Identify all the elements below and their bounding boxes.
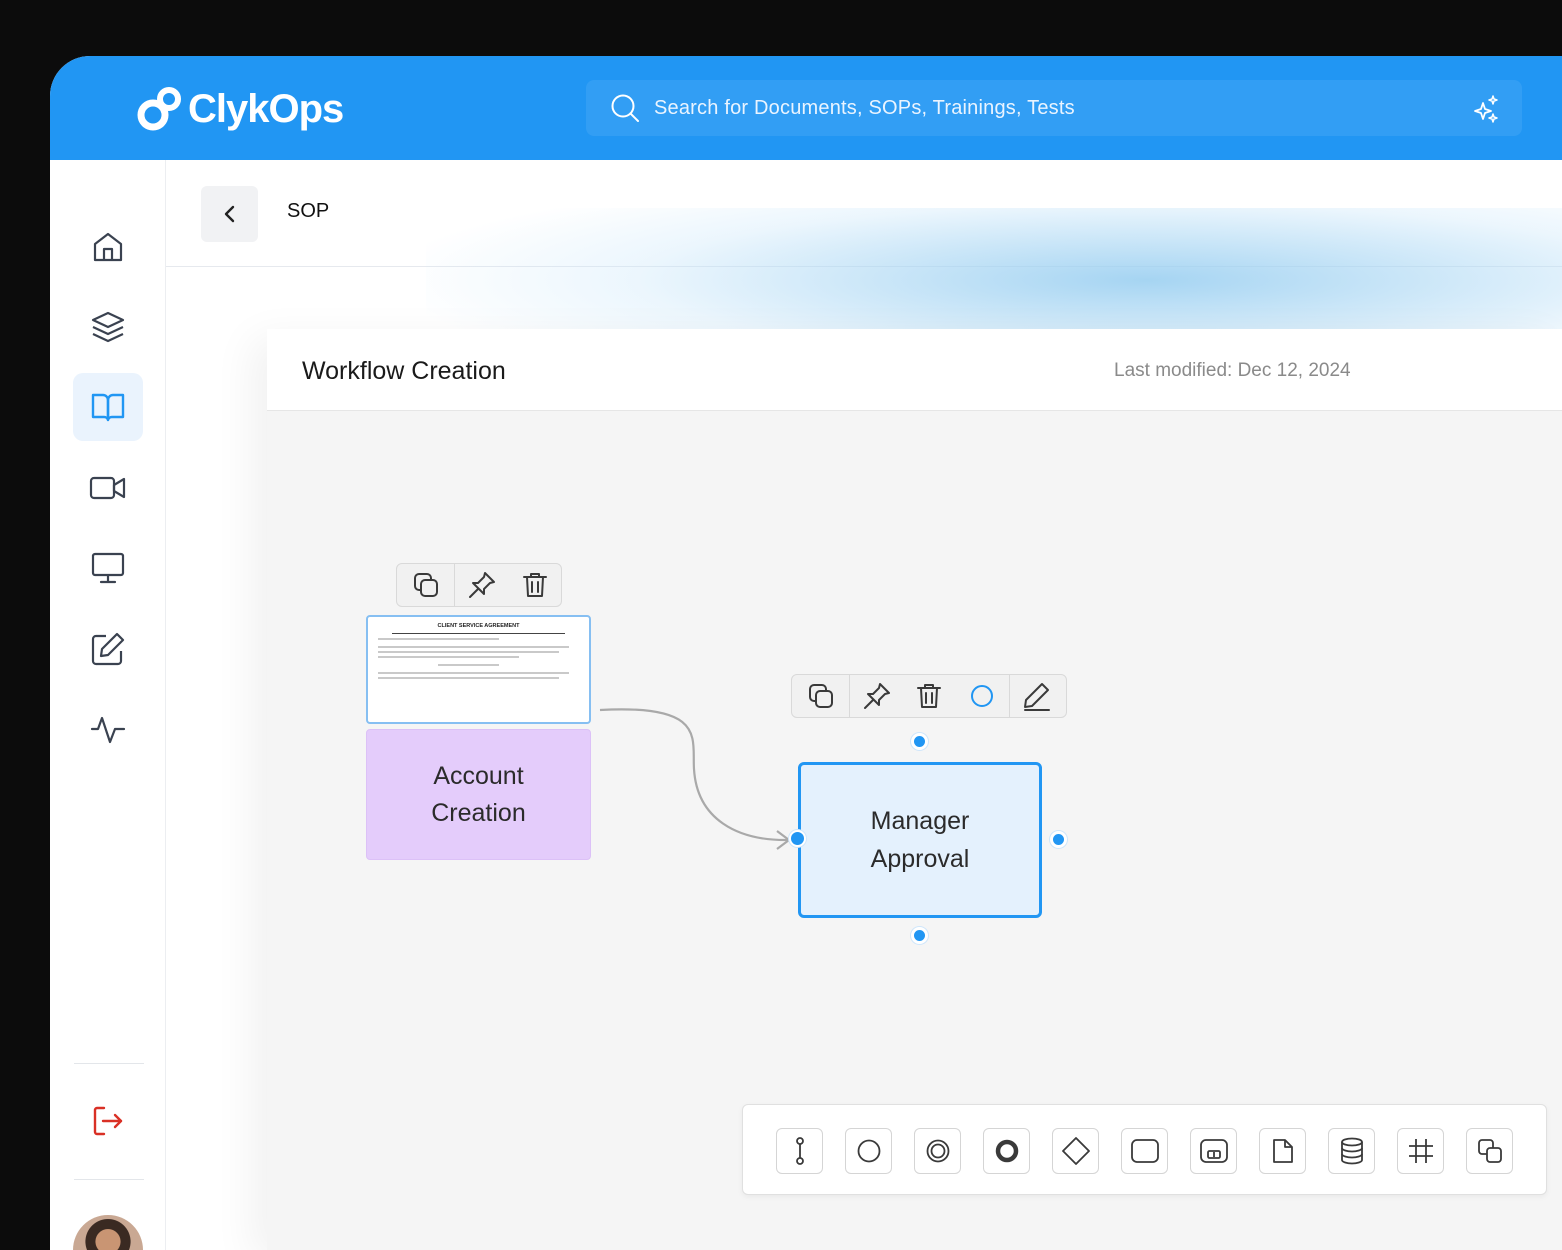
shape-subprocess[interactable]	[1190, 1128, 1237, 1174]
database-icon	[1340, 1137, 1363, 1165]
shape-connector[interactable]	[776, 1128, 823, 1174]
group-icon	[1477, 1139, 1502, 1163]
breadcrumb[interactable]: SOP	[287, 200, 329, 223]
sidebar-divider	[74, 1179, 144, 1180]
logout-icon	[93, 1106, 123, 1136]
rounded-rect-icon	[1130, 1139, 1159, 1163]
shape-document[interactable]	[1259, 1128, 1306, 1174]
workflow-card: Workflow Creation Last modified: Dec 12,…	[267, 329, 1562, 1250]
connection-handle-right[interactable]	[1050, 831, 1067, 848]
avatar[interactable]	[73, 1215, 143, 1250]
subprocess-icon	[1199, 1139, 1228, 1163]
circle-color-icon	[970, 685, 993, 707]
shape-database[interactable]	[1328, 1128, 1375, 1174]
layers-icon	[91, 311, 125, 343]
node-label: Manager	[870, 807, 970, 835]
pin-button[interactable]	[850, 675, 904, 717]
shape-circle[interactable]	[845, 1128, 892, 1174]
shape-grid[interactable]	[1397, 1128, 1444, 1174]
monitor-icon	[91, 552, 125, 584]
sidebar-item-activity[interactable]	[73, 695, 143, 763]
book-open-icon	[91, 393, 125, 422]
search-bar[interactable]: Search for Documents, SOPs, Trainings, T…	[586, 80, 1522, 136]
duplicate-icon	[413, 573, 438, 597]
connection-handle-top[interactable]	[911, 733, 928, 750]
node-label: Creation	[431, 798, 526, 827]
main-content: Workflow Creation Last modified: Dec 12,…	[166, 208, 1562, 1250]
shape-palette	[742, 1104, 1547, 1195]
connection-handle-bottom[interactable]	[911, 927, 928, 944]
edit-icon	[91, 632, 125, 666]
sidebar-item-trainings[interactable]	[73, 454, 143, 522]
connector-icon	[795, 1137, 804, 1165]
logo-mark-icon	[136, 85, 184, 133]
circle-icon	[857, 1139, 880, 1163]
duplicate-icon	[808, 684, 833, 708]
shape-group[interactable]	[1466, 1128, 1513, 1174]
sidebar-divider	[74, 1063, 144, 1064]
shape-diamond[interactable]	[1052, 1128, 1099, 1174]
sidebar-item-layers[interactable]	[73, 293, 143, 361]
app-window: ClykOps Search for Documents, SOPs, Trai…	[50, 56, 1562, 1250]
node-toolbar	[396, 563, 562, 607]
shape-thick-circle[interactable]	[983, 1128, 1030, 1174]
search-icon	[611, 94, 639, 122]
document-icon	[1272, 1139, 1293, 1163]
duplicate-button[interactable]	[397, 564, 454, 606]
duplicate-button[interactable]	[792, 675, 849, 717]
sidebar-item-tests[interactable]	[73, 615, 143, 683]
connection-handle-left[interactable]	[789, 830, 806, 847]
app-logo[interactable]: ClykOps	[136, 84, 344, 134]
sidebar-item-home[interactable]	[73, 213, 143, 281]
activity-icon	[90, 716, 126, 744]
diamond-icon	[1061, 1137, 1090, 1165]
edit-button[interactable]	[1010, 675, 1064, 717]
ai-sparkle-icon[interactable]	[1472, 94, 1500, 124]
trash-icon	[523, 573, 547, 597]
home-icon	[93, 232, 123, 262]
document-preview[interactable]: CLIENT SERVICE AGREEMENT	[366, 615, 591, 724]
node-manager-approval[interactable]: Manager Approval	[798, 762, 1042, 918]
search-input[interactable]: Search for Documents, SOPs, Trainings, T…	[654, 97, 1075, 120]
double-circle-icon	[926, 1139, 949, 1163]
sidebar-item-presentations[interactable]	[73, 534, 143, 602]
pin-icon	[469, 572, 495, 598]
node-account-creation[interactable]: Account Creation	[366, 729, 591, 860]
pin-button[interactable]	[455, 564, 509, 606]
thick-circle-icon	[995, 1139, 1018, 1163]
back-button[interactable]	[201, 186, 258, 242]
pin-icon	[864, 683, 890, 709]
connector-line	[599, 708, 790, 842]
trash-icon	[917, 684, 941, 708]
video-icon	[89, 476, 126, 500]
app-name: ClykOps	[188, 86, 344, 131]
grid-icon	[1408, 1139, 1433, 1163]
node-toolbar	[791, 674, 1067, 718]
logout-button[interactable]	[73, 1087, 143, 1155]
sidebar	[50, 160, 166, 1250]
shape-double-circle[interactable]	[914, 1128, 961, 1174]
doc-preview-title: CLIENT SERVICE AGREEMENT	[437, 623, 520, 629]
shape-rounded-rect[interactable]	[1121, 1128, 1168, 1174]
delete-button[interactable]	[509, 564, 561, 606]
chevron-left-icon	[224, 205, 234, 223]
node-label: Account	[433, 761, 524, 790]
color-button[interactable]	[954, 675, 1009, 717]
sidebar-item-sop[interactable]	[73, 373, 143, 441]
delete-button[interactable]	[904, 675, 954, 717]
node-label: Approval	[870, 845, 970, 873]
pen-icon	[1024, 683, 1050, 711]
top-bar: ClykOps Search for Documents, SOPs, Trai…	[50, 56, 1562, 160]
